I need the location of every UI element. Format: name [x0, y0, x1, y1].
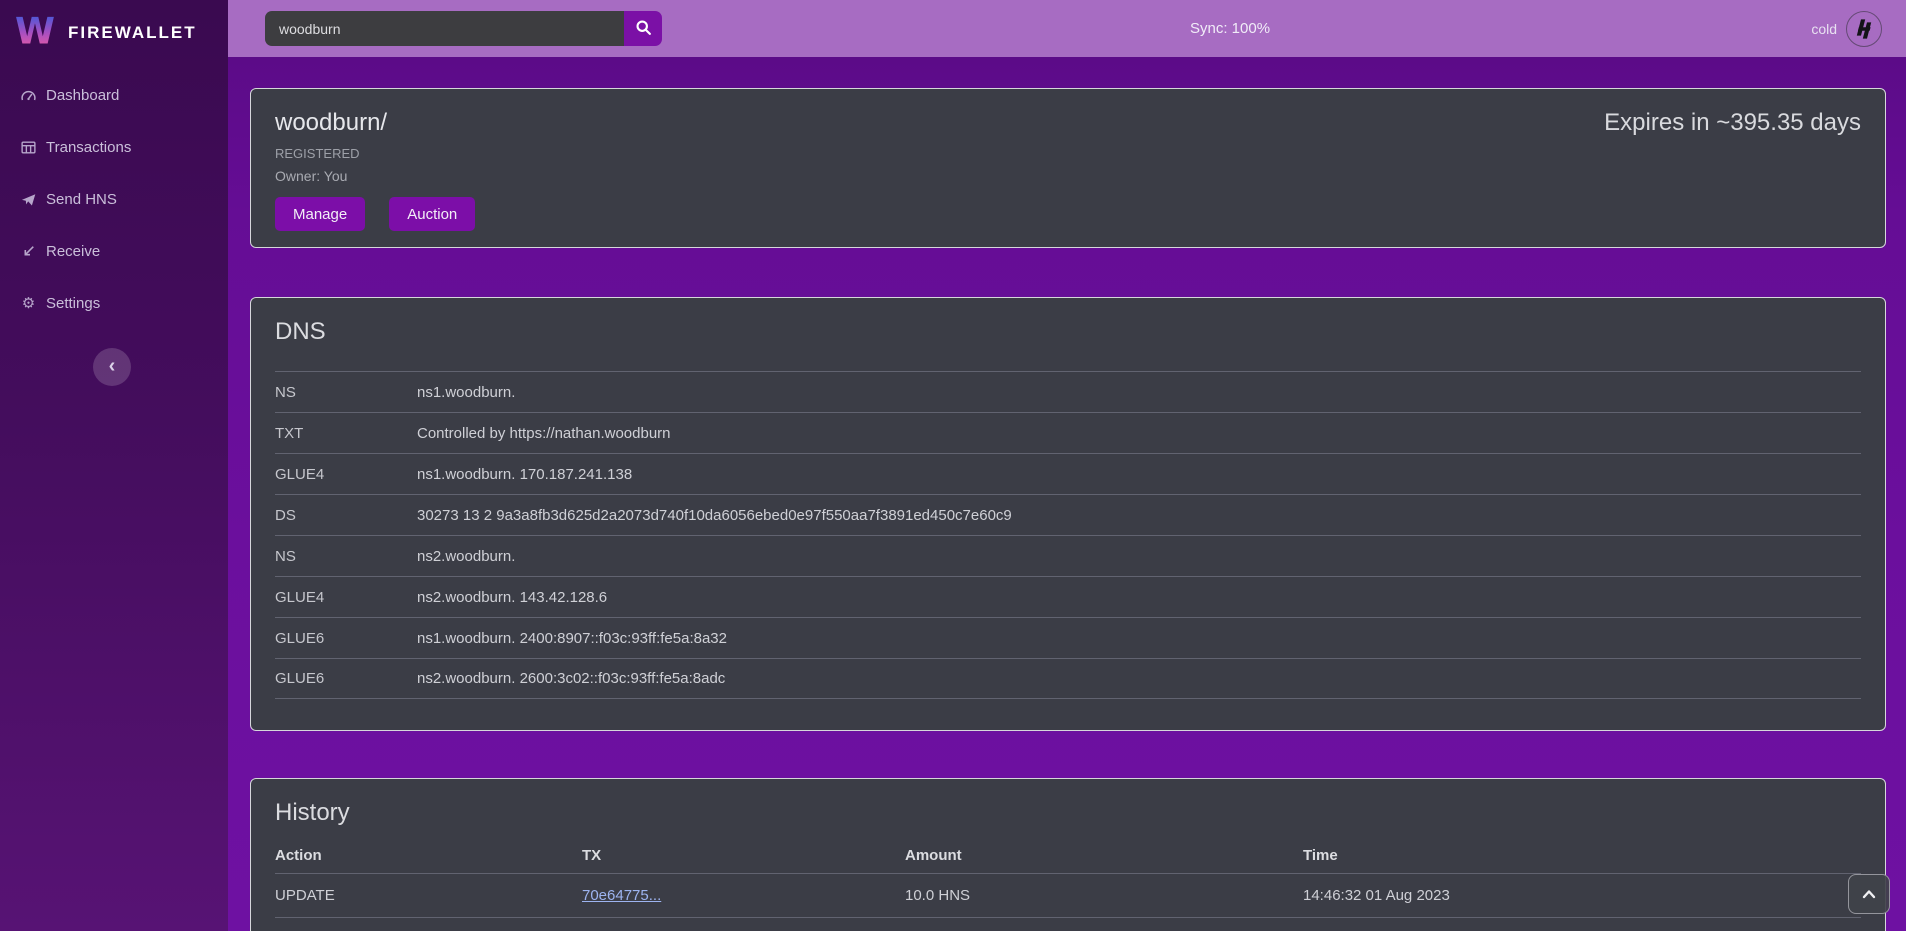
- gear-icon: ⚙: [20, 295, 37, 312]
- history-col-amount: Amount: [905, 847, 1303, 864]
- sidebar-item-label: Send HNS: [46, 191, 117, 208]
- sidebar-item-label: Receive: [46, 243, 100, 260]
- dns-record-row: GLUE6 ns1.woodburn. 2400:8907::f03c:93ff…: [275, 617, 1861, 658]
- domain-card: woodburn/ Expires in ~395.35 days REGIST…: [250, 88, 1886, 248]
- dns-record-row: TXT Controlled by https://nathan.woodbur…: [275, 412, 1861, 453]
- receive-icon: [20, 243, 37, 260]
- dns-record-value: ns2.woodburn. 2600:3c02::f03c:93ff:fe5a:…: [417, 670, 725, 687]
- sidebar: W FIREWALLET Dashboard: [0, 0, 228, 931]
- wallet-area: cold: [1811, 0, 1882, 57]
- dns-record-row: GLUE4 ns1.woodburn. 170.187.241.138: [275, 453, 1861, 494]
- history-amount: 10.0 HNS: [905, 887, 1303, 904]
- wallet-name-label: cold: [1811, 21, 1837, 37]
- dns-record-type: DS: [275, 507, 417, 524]
- history-col-time: Time: [1303, 847, 1861, 864]
- scroll-to-top-button[interactable]: [1848, 874, 1890, 914]
- domain-owner: Owner: You: [275, 168, 1861, 184]
- dns-section-title: DNS: [275, 318, 1861, 346]
- history-row: RENEW d79e5c0... 10.0 HNS 15:47:36 07 Ju…: [275, 917, 1861, 931]
- search-button[interactable]: [624, 11, 662, 46]
- dns-record-row: NS ns2.woodburn.: [275, 535, 1861, 576]
- history-action: UPDATE: [275, 887, 582, 904]
- history-row: UPDATE 70e64775... 10.0 HNS 14:46:32 01 …: [275, 873, 1861, 917]
- auction-button[interactable]: Auction: [389, 197, 475, 231]
- topbar: Sync: 100% cold: [228, 0, 1906, 57]
- dns-record-value: ns1.woodburn.: [417, 384, 515, 401]
- history-card: History Action TX Amount Time UPDATE 70e…: [250, 778, 1886, 931]
- dns-record-value: ns2.woodburn.: [417, 548, 515, 565]
- sync-status: Sync: 100%: [1190, 0, 1270, 57]
- search-bar: [265, 11, 662, 46]
- domain-status-badge: REGISTERED: [275, 146, 1861, 161]
- sidebar-item-label: Dashboard: [46, 87, 119, 104]
- dns-record-type: NS: [275, 548, 417, 565]
- dns-record-type: GLUE6: [275, 630, 417, 647]
- sidebar-item-dashboard[interactable]: Dashboard: [0, 69, 228, 121]
- send-icon: [20, 191, 37, 208]
- sidebar-item-label: Settings: [46, 295, 100, 312]
- dns-record-value: Controlled by https://nathan.woodburn: [417, 425, 671, 442]
- dns-record-type: GLUE4: [275, 589, 417, 606]
- dns-record-type: NS: [275, 384, 417, 401]
- dns-record-value: ns1.woodburn. 2400:8907::f03c:93ff:fe5a:…: [417, 630, 727, 647]
- brand[interactable]: W FIREWALLET: [0, 0, 228, 66]
- sidebar-nav: Dashboard Transactions Send HNS: [0, 69, 228, 329]
- search-input[interactable]: [265, 11, 624, 46]
- history-time: 14:46:32 01 Aug 2023: [1303, 887, 1861, 904]
- domain-name: woodburn/: [275, 109, 387, 137]
- domain-expiry: Expires in ~395.35 days: [1604, 109, 1861, 137]
- dns-card: DNS NS ns1.woodburn. TXT Controlled by h…: [250, 297, 1886, 731]
- history-col-action: Action: [275, 847, 582, 864]
- dns-record-value: ns1.woodburn. 170.187.241.138: [417, 466, 632, 483]
- main-content: woodburn/ Expires in ~395.35 days REGIST…: [228, 57, 1906, 931]
- dns-record-value: 30273 13 2 9a3a8fb3d625d2a2073d740f10da6…: [417, 507, 1012, 524]
- svg-text:W: W: [15, 10, 55, 52]
- dns-record-row: GLUE4 ns2.woodburn. 143.42.128.6: [275, 576, 1861, 617]
- dns-record-type: GLUE4: [275, 466, 417, 483]
- dns-record-row: GLUE6 ns2.woodburn. 2600:3c02::f03c:93ff…: [275, 658, 1861, 699]
- sidebar-item-send-hns[interactable]: Send HNS: [0, 173, 228, 225]
- history-header-row: Action TX Amount Time: [275, 837, 1861, 873]
- handshake-logo-icon[interactable]: [1846, 11, 1882, 47]
- chevron-up-icon: [1862, 887, 1876, 902]
- search-icon: [635, 19, 652, 39]
- sidebar-item-transactions[interactable]: Transactions: [0, 121, 228, 173]
- sidebar-item-settings[interactable]: ⚙ Settings: [0, 277, 228, 329]
- history-section-title: History: [275, 799, 1861, 827]
- sidebar-collapse-button[interactable]: ‹: [93, 348, 131, 386]
- dns-table: NS ns1.woodburn. TXT Controlled by https…: [275, 371, 1861, 699]
- dns-record-value: ns2.woodburn. 143.42.128.6: [417, 589, 607, 606]
- brand-name: FIREWALLET: [68, 23, 197, 43]
- manage-button[interactable]: Manage: [275, 197, 365, 231]
- firewallet-logo-icon: W: [14, 10, 56, 57]
- dns-record-type: TXT: [275, 425, 417, 442]
- sidebar-item-label: Transactions: [46, 139, 131, 156]
- dns-record-row: NS ns1.woodburn.: [275, 371, 1861, 412]
- dns-record-type: GLUE6: [275, 670, 417, 687]
- chevron-left-icon: ‹: [109, 356, 116, 376]
- tx-link[interactable]: 70e64775...: [582, 887, 661, 904]
- dns-record-row: DS 30273 13 2 9a3a8fb3d625d2a2073d740f10…: [275, 494, 1861, 535]
- history-col-tx: TX: [582, 847, 905, 864]
- dashboard-icon: [20, 87, 37, 104]
- sidebar-item-receive[interactable]: Receive: [0, 225, 228, 277]
- transactions-icon: [20, 139, 37, 156]
